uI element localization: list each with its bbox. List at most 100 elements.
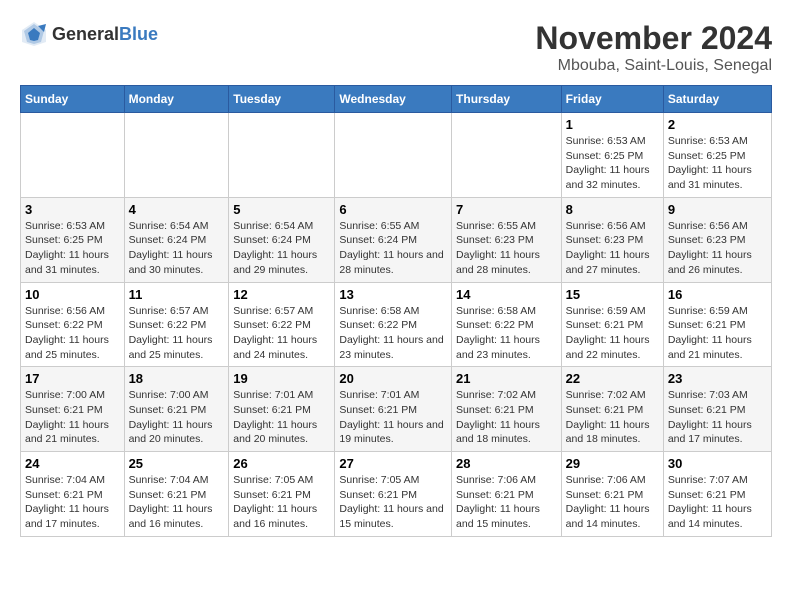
day-info: Sunrise: 6:53 AM Sunset: 6:25 PM Dayligh… <box>25 219 120 278</box>
weekday-header-thursday: Thursday <box>452 86 562 113</box>
day-info: Sunrise: 6:57 AM Sunset: 6:22 PM Dayligh… <box>233 304 330 363</box>
calendar-cell: 10Sunrise: 6:56 AM Sunset: 6:22 PM Dayli… <box>21 282 125 367</box>
calendar-cell: 30 Sunrise: 7:07 AM Sunset: 6:21 PM Dayli… <box>663 452 771 537</box>
day-number: 29 <box>566 456 659 471</box>
day-number: 24 <box>25 456 120 471</box>
calendar-cell: 12 Sunrise: 6:57 AM Sunset: 6:22 PM Dayli… <box>229 282 335 367</box>
calendar-cell: 3 Sunrise: 6:53 AM Sunset: 6:25 PM Daylig… <box>21 197 125 282</box>
calendar-cell: 26 Sunrise: 7:05 AM Sunset: 6:21 PM Dayli… <box>229 452 335 537</box>
day-info: Sunrise: 7:02 AM Sunset: 6:21 PM Dayligh… <box>456 388 557 447</box>
day-info: Sunrise: 7:04 AM Sunset: 6:21 PM Dayligh… <box>129 473 225 532</box>
calendar-cell: 6 Sunrise: 6:55 AM Sunset: 6:24 PM Daylig… <box>335 197 452 282</box>
day-info: Sunrise: 7:03 AM Sunset: 6:21 PM Dayligh… <box>668 388 767 447</box>
calendar-cell: 17 Sunrise: 7:00 AM Sunset: 6:21 PM Dayli… <box>21 367 125 452</box>
day-info: Sunrise: 7:00 AM Sunset: 6:21 PM Dayligh… <box>129 388 225 447</box>
day-info: Sunrise: 7:06 AM Sunset: 6:21 PM Dayligh… <box>456 473 557 532</box>
calendar-cell: 22 Sunrise: 7:02 AM Sunset: 6:21 PM Dayli… <box>561 367 663 452</box>
day-number: 9 <box>668 202 767 217</box>
day-number: 2 <box>668 117 767 132</box>
day-number: 13 <box>339 287 447 302</box>
day-number: 27 <box>339 456 447 471</box>
day-info: Sunrise: 6:56 AM Sunset: 6:23 PM Dayligh… <box>566 219 659 278</box>
title-section: November 2024 Mbouba, Saint-Louis, Seneg… <box>535 20 772 75</box>
calendar-cell <box>452 113 562 198</box>
day-info: Sunrise: 7:01 AM Sunset: 6:21 PM Dayligh… <box>339 388 447 447</box>
day-number: 4 <box>129 202 225 217</box>
day-number: 21 <box>456 371 557 386</box>
day-number: 25 <box>129 456 225 471</box>
day-info: Sunrise: 6:59 AM Sunset: 6:21 PM Dayligh… <box>566 304 659 363</box>
weekday-header-monday: Monday <box>124 86 229 113</box>
day-number: 3 <box>25 202 120 217</box>
calendar-week-2: 3 Sunrise: 6:53 AM Sunset: 6:25 PM Daylig… <box>21 197 772 282</box>
day-info: Sunrise: 6:54 AM Sunset: 6:24 PM Dayligh… <box>233 219 330 278</box>
weekday-header-wednesday: Wednesday <box>335 86 452 113</box>
day-number: 12 <box>233 287 330 302</box>
logo: GeneralBlue <box>20 20 158 48</box>
calendar-cell: 27Sunrise: 7:05 AM Sunset: 6:21 PM Dayli… <box>335 452 452 537</box>
location-title: Mbouba, Saint-Louis, Senegal <box>535 57 772 75</box>
day-info: Sunrise: 7:05 AM Sunset: 6:21 PM Dayligh… <box>233 473 330 532</box>
calendar-cell: 19 Sunrise: 7:01 AM Sunset: 6:21 PM Dayli… <box>229 367 335 452</box>
day-number: 19 <box>233 371 330 386</box>
calendar-cell: 1Sunrise: 6:53 AM Sunset: 6:25 PM Daylig… <box>561 113 663 198</box>
day-info: Sunrise: 6:58 AM Sunset: 6:22 PM Dayligh… <box>339 304 447 363</box>
day-info: Sunrise: 7:07 AM Sunset: 6:21 PM Dayligh… <box>668 473 767 532</box>
day-info: Sunrise: 6:58 AM Sunset: 6:22 PM Dayligh… <box>456 304 557 363</box>
page-header: GeneralBlue November 2024 Mbouba, Saint-… <box>20 20 772 75</box>
day-info: Sunrise: 6:59 AM Sunset: 6:21 PM Dayligh… <box>668 304 767 363</box>
calendar-cell: 20Sunrise: 7:01 AM Sunset: 6:21 PM Dayli… <box>335 367 452 452</box>
calendar-cell <box>335 113 452 198</box>
weekday-header-row: SundayMondayTuesdayWednesdayThursdayFrid… <box>21 86 772 113</box>
day-number: 28 <box>456 456 557 471</box>
day-number: 6 <box>339 202 447 217</box>
calendar-cell: 7Sunrise: 6:55 AM Sunset: 6:23 PM Daylig… <box>452 197 562 282</box>
day-number: 5 <box>233 202 330 217</box>
day-info: Sunrise: 7:01 AM Sunset: 6:21 PM Dayligh… <box>233 388 330 447</box>
calendar-cell: 25 Sunrise: 7:04 AM Sunset: 6:21 PM Dayli… <box>124 452 229 537</box>
day-number: 30 <box>668 456 767 471</box>
calendar-cell: 28 Sunrise: 7:06 AM Sunset: 6:21 PM Dayli… <box>452 452 562 537</box>
calendar-cell: 5 Sunrise: 6:54 AM Sunset: 6:24 PM Daylig… <box>229 197 335 282</box>
day-info: Sunrise: 6:56 AM Sunset: 6:22 PM Dayligh… <box>25 304 120 363</box>
calendar-cell: 18 Sunrise: 7:00 AM Sunset: 6:21 PM Dayli… <box>124 367 229 452</box>
day-info: Sunrise: 7:06 AM Sunset: 6:21 PM Dayligh… <box>566 473 659 532</box>
day-number: 11 <box>129 287 225 302</box>
calendar-cell <box>229 113 335 198</box>
day-info: Sunrise: 7:00 AM Sunset: 6:21 PM Dayligh… <box>25 388 120 447</box>
calendar-cell: 29 Sunrise: 7:06 AM Sunset: 6:21 PM Dayli… <box>561 452 663 537</box>
calendar-cell: 15 Sunrise: 6:59 AM Sunset: 6:21 PM Dayli… <box>561 282 663 367</box>
day-number: 17 <box>25 371 120 386</box>
logo-blue: Blue <box>119 24 158 44</box>
calendar-cell: 2 Sunrise: 6:53 AM Sunset: 6:25 PM Daylig… <box>663 113 771 198</box>
day-info: Sunrise: 6:54 AM Sunset: 6:24 PM Dayligh… <box>129 219 225 278</box>
calendar-week-5: 24 Sunrise: 7:04 AM Sunset: 6:21 PM Dayli… <box>21 452 772 537</box>
logo-text: GeneralBlue <box>52 24 158 45</box>
day-number: 26 <box>233 456 330 471</box>
weekday-header-saturday: Saturday <box>663 86 771 113</box>
day-info: Sunrise: 6:55 AM Sunset: 6:24 PM Dayligh… <box>339 219 447 278</box>
day-number: 18 <box>129 371 225 386</box>
calendar-week-1: 1Sunrise: 6:53 AM Sunset: 6:25 PM Daylig… <box>21 113 772 198</box>
day-info: Sunrise: 7:04 AM Sunset: 6:21 PM Dayligh… <box>25 473 120 532</box>
day-number: 15 <box>566 287 659 302</box>
month-title: November 2024 <box>535 20 772 57</box>
calendar-cell: 9Sunrise: 6:56 AM Sunset: 6:23 PM Daylig… <box>663 197 771 282</box>
calendar-week-4: 17 Sunrise: 7:00 AM Sunset: 6:21 PM Dayli… <box>21 367 772 452</box>
weekday-header-sunday: Sunday <box>21 86 125 113</box>
day-info: Sunrise: 6:53 AM Sunset: 6:25 PM Dayligh… <box>668 134 767 193</box>
calendar-cell: 16Sunrise: 6:59 AM Sunset: 6:21 PM Dayli… <box>663 282 771 367</box>
day-info: Sunrise: 7:02 AM Sunset: 6:21 PM Dayligh… <box>566 388 659 447</box>
calendar-cell: 21 Sunrise: 7:02 AM Sunset: 6:21 PM Dayli… <box>452 367 562 452</box>
day-number: 22 <box>566 371 659 386</box>
calendar-cell: 4 Sunrise: 6:54 AM Sunset: 6:24 PM Daylig… <box>124 197 229 282</box>
calendar-cell: 8 Sunrise: 6:56 AM Sunset: 6:23 PM Daylig… <box>561 197 663 282</box>
calendar-cell <box>21 113 125 198</box>
calendar-cell: 23 Sunrise: 7:03 AM Sunset: 6:21 PM Dayli… <box>663 367 771 452</box>
day-number: 23 <box>668 371 767 386</box>
calendar-cell: 13 Sunrise: 6:58 AM Sunset: 6:22 PM Dayli… <box>335 282 452 367</box>
day-number: 8 <box>566 202 659 217</box>
day-number: 7 <box>456 202 557 217</box>
day-info: Sunrise: 6:57 AM Sunset: 6:22 PM Dayligh… <box>129 304 225 363</box>
weekday-header-friday: Friday <box>561 86 663 113</box>
